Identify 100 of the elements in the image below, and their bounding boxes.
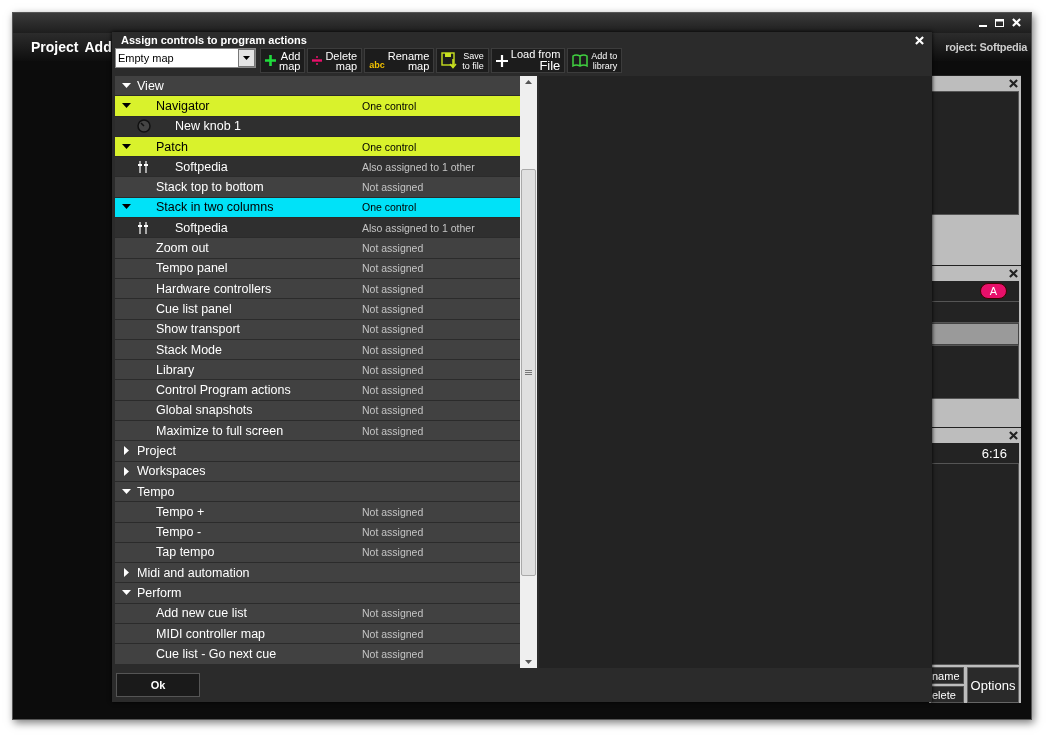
tree-row[interactable]: Maximize to full screen Not assigned xyxy=(115,421,520,441)
tree-row[interactable]: Add new cue list Not assigned xyxy=(115,603,520,623)
tree-label: Cue list panel xyxy=(156,301,232,316)
panel-button[interactable]: name xyxy=(931,667,964,684)
map-dropdown[interactable]: Empty map xyxy=(115,48,256,68)
assignment-status: Also assigned to 1 other xyxy=(362,221,475,234)
project-title: roject: Softpedia xyxy=(945,40,1027,53)
tree-label: Control Program actions xyxy=(156,383,291,398)
expanded-triangle-icon[interactable] xyxy=(121,102,131,109)
plus-icon xyxy=(265,55,276,66)
tree-row[interactable]: Library Not assigned xyxy=(115,360,520,380)
fader-icon xyxy=(137,160,149,173)
tree-label: Hardware controllers xyxy=(156,281,272,296)
tree-label: View xyxy=(137,78,164,93)
tree-row[interactable]: Tap tempo Not assigned xyxy=(115,542,520,563)
close-icon[interactable] xyxy=(1009,431,1018,440)
tree-row[interactable]: Cue list panel Not assigned xyxy=(115,299,520,319)
tree-row[interactable]: View xyxy=(115,76,520,96)
assignment-status: One control xyxy=(362,140,417,153)
tree-row[interactable]: Global snapshots Not assigned xyxy=(115,400,520,421)
assignment-status: Not assigned xyxy=(362,323,424,336)
tree-label: Navigator xyxy=(156,98,210,113)
assignment-status: Not assigned xyxy=(362,181,424,194)
scroll-up-icon[interactable] xyxy=(525,80,532,84)
close-icon[interactable] xyxy=(1009,79,1018,88)
assignment-status: Not assigned xyxy=(362,546,424,559)
tree-row[interactable]: Tempo panel Not assigned xyxy=(115,258,520,278)
tree-label: Tap tempo xyxy=(156,545,215,560)
assignment-status: Also assigned to 1 other xyxy=(362,160,475,173)
tree-label: Softpedia xyxy=(175,159,228,174)
maximize-icon[interactable] xyxy=(995,18,1004,27)
time-readout: 6:16 xyxy=(981,445,1007,461)
tree-row[interactable]: Tempo - Not assigned xyxy=(115,522,520,542)
ok-button[interactable]: Ok xyxy=(116,673,200,697)
options-button[interactable]: Options xyxy=(967,667,1019,703)
tree-row[interactable]: Tempo xyxy=(115,481,520,502)
expanded-triangle-icon[interactable] xyxy=(121,204,131,211)
assignment-status: Not assigned xyxy=(362,343,424,356)
toolbar-button[interactable]: abc Rename map xyxy=(364,48,435,73)
tree-row[interactable]: Control Program actions Not assigned xyxy=(115,380,520,400)
scroll-down-icon[interactable] xyxy=(525,660,532,664)
tree-label: Library xyxy=(156,362,195,377)
assignment-status: Not assigned xyxy=(362,627,424,640)
highlighted-tree-row[interactable]: Patch One control xyxy=(115,136,520,157)
panel-button[interactable]: elete xyxy=(931,686,964,703)
toolbar-button[interactable]: Add map xyxy=(260,48,306,73)
tree-label: Tempo panel xyxy=(156,261,228,276)
toolbar-button[interactable]: Delete map xyxy=(307,48,363,73)
toolbar-button[interactable]: Add to library xyxy=(567,48,623,73)
tree-row[interactable]: Perform xyxy=(115,583,520,603)
highlighted-tree-row[interactable]: Stack in two columns One control xyxy=(115,197,520,218)
minus-icon xyxy=(312,56,323,65)
tree-label: Midi and automation xyxy=(137,565,250,580)
panel-row[interactable] xyxy=(929,323,1019,345)
book-icon xyxy=(572,54,589,67)
toolbar-button[interactable]: Load from File xyxy=(490,48,566,73)
tree-label: Cue list - Go next cue xyxy=(156,646,277,661)
tree-label: Show transport xyxy=(156,322,241,337)
tree-row[interactable]: Softpedia Also assigned to 1 other xyxy=(115,157,520,177)
assignment-status: One control xyxy=(362,99,417,112)
tree-row[interactable]: Hardware controllers Not assigned xyxy=(115,278,520,299)
tree-row[interactable]: Stack Mode Not assigned xyxy=(115,339,520,360)
tree-row[interactable]: Midi and automation xyxy=(115,563,520,583)
assignment-status: Not assigned xyxy=(362,302,424,315)
abc-tag: abc xyxy=(369,60,385,70)
tree-row[interactable]: New knob 1 xyxy=(115,116,520,136)
tree-row[interactable]: Cue list - Go next cue Not assigned xyxy=(115,644,520,664)
toolbar-button[interactable]: Save to file xyxy=(436,48,489,73)
tree-label: Patch xyxy=(156,139,188,154)
tree-row[interactable]: Stack top to bottom Not assigned xyxy=(115,177,520,197)
tree-row[interactable]: Workspaces xyxy=(115,461,520,481)
tree-row[interactable]: Zoom out Not assigned xyxy=(115,238,520,258)
fader-icon xyxy=(137,221,149,234)
tree-label: Tempo xyxy=(137,484,175,499)
expanded-triangle-icon[interactable] xyxy=(121,82,131,89)
assignment-status: Not assigned xyxy=(362,404,424,417)
close-icon[interactable] xyxy=(1009,269,1018,278)
tree-label: Tempo + xyxy=(156,504,205,519)
highlighted-tree-row[interactable]: Navigator One control xyxy=(115,96,520,116)
tree-row[interactable]: Project xyxy=(115,441,520,461)
expanded-triangle-icon[interactable] xyxy=(121,590,131,597)
scrollbar[interactable] xyxy=(520,76,537,668)
tree-row[interactable]: MIDI controller map Not assigned xyxy=(115,624,520,644)
dropdown-arrow-icon xyxy=(243,56,250,60)
menu-item[interactable]: Add xyxy=(84,38,112,55)
tree-row[interactable]: Show transport Not assigned xyxy=(115,319,520,339)
expanded-triangle-icon[interactable] xyxy=(121,488,131,495)
grip-icon xyxy=(525,369,532,375)
assignment-status: Not assigned xyxy=(362,282,424,295)
assignment-status: Not assigned xyxy=(362,647,424,660)
letter-badge[interactable]: A xyxy=(979,283,1007,299)
expanded-triangle-icon[interactable] xyxy=(121,143,131,150)
tree-label: Workspaces xyxy=(137,464,206,479)
tree-row[interactable]: Softpedia Also assigned to 1 other xyxy=(115,218,520,238)
dialog-title: Assign controls to program actions xyxy=(121,34,307,46)
menu-item[interactable]: Project xyxy=(31,38,79,55)
collapsed-triangle-icon[interactable] xyxy=(123,568,129,578)
tree-label: Global snapshots xyxy=(156,403,253,418)
tree-label: Stack Mode xyxy=(156,342,222,357)
tree-row[interactable]: Tempo + Not assigned xyxy=(115,502,520,522)
